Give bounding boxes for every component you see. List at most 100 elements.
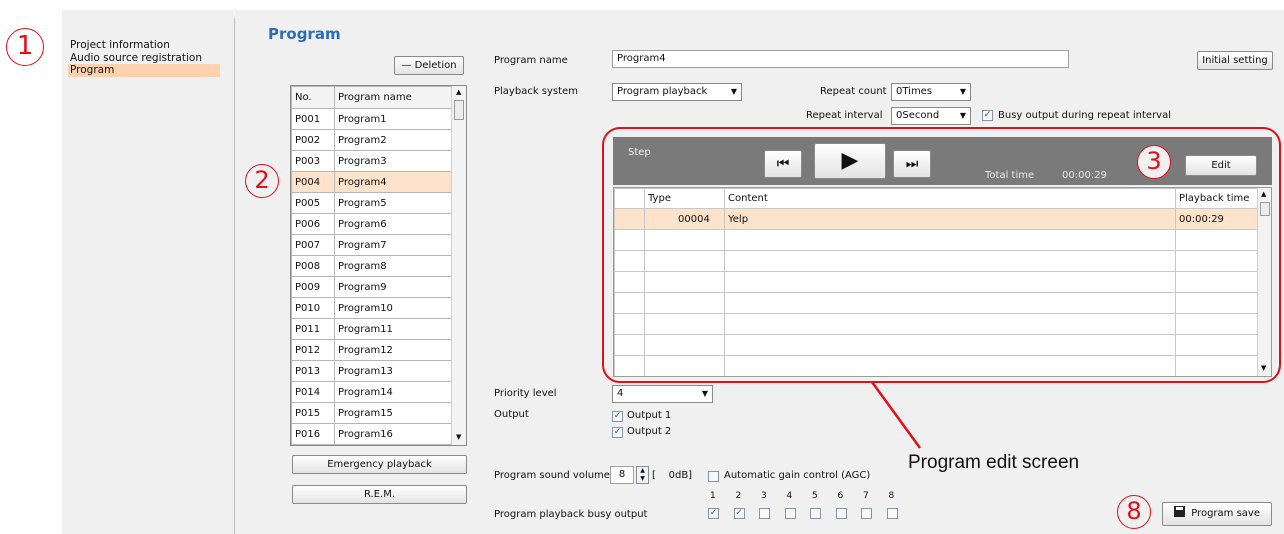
chevron-down-icon: ▼: [959, 87, 966, 96]
repeat-interval-select[interactable]: 0Second ▼: [891, 107, 971, 125]
priority-level-select[interactable]: 4 ▼: [612, 385, 713, 403]
initial-setting-button[interactable]: Initial setting: [1197, 51, 1273, 70]
repeat-count-value: 0Times: [896, 86, 933, 97]
agc-label: Automatic gain control (AGC): [724, 470, 871, 481]
annotation-text: Program edit screen: [908, 452, 1080, 473]
busy-output-number: 8: [888, 491, 895, 501]
playback-system-select[interactable]: Program playback ▼: [612, 83, 742, 101]
priority-level-label: Priority level: [494, 388, 557, 399]
table-row[interactable]: P004 Program4: [291, 171, 452, 193]
chevron-down-icon: ▼: [701, 389, 708, 398]
table-row[interactable]: P012 Program12: [291, 339, 452, 361]
priority-level-value: 4: [617, 388, 624, 399]
program-no-cell: P008: [291, 255, 335, 277]
table-row[interactable]: P008 Program8: [291, 255, 452, 277]
callout-8: 8: [1117, 495, 1151, 529]
repeat-count-select[interactable]: 0Times ▼: [891, 83, 971, 101]
agc-checkbox[interactable]: [708, 471, 719, 482]
minus-icon: —: [401, 60, 412, 71]
volume-value: 8: [618, 469, 626, 480]
callout-1: 1: [6, 28, 44, 66]
output-2-checkbox[interactable]: ✓: [612, 427, 623, 438]
program-no-cell: P001: [291, 108, 335, 130]
spin-down-icon[interactable]: ▼: [637, 475, 648, 483]
header-program-name[interactable]: Program name: [334, 86, 452, 109]
program-name-cell: Program4: [334, 171, 452, 193]
scroll-thumb[interactable]: [454, 100, 464, 120]
program-name-cell: Program6: [334, 213, 452, 235]
callout-2-label: 2: [254, 166, 270, 194]
program-sound-volume-label: Program sound volume: [494, 470, 610, 481]
program-name-input[interactable]: Program4: [612, 50, 1069, 68]
program-list[interactable]: No. Program name P001 Program1 P002 Program…: [290, 85, 467, 446]
busy-output-number: 5: [812, 491, 818, 501]
program-no-cell: P010: [291, 297, 335, 319]
table-row[interactable]: P011 Program11: [291, 318, 452, 340]
repeat-count-label: Repeat count: [820, 86, 887, 97]
emergency-playback-button[interactable]: Emergency playback: [292, 455, 467, 474]
annotation-pointer: [870, 381, 922, 449]
sidebar-item-label: Audio source registration: [70, 52, 202, 64]
busy-output-checkbox-6[interactable]: [835, 508, 847, 519]
table-row[interactable]: P003 Program3: [291, 150, 452, 172]
program-no-cell: P002: [291, 129, 335, 151]
busy-output-checkbox-2[interactable]: ✓: [733, 508, 745, 519]
program-save-label: Program save: [1191, 508, 1260, 519]
table-row[interactable]: P015 Program15: [291, 402, 452, 424]
program-list-header: No. Program name: [291, 86, 452, 109]
chevron-down-icon: ▼: [959, 111, 966, 120]
program-name-label: Program name: [494, 55, 568, 66]
sidebar-item-label: Program: [70, 64, 115, 76]
header-no[interactable]: No.: [291, 86, 335, 109]
program-no-cell: P015: [291, 402, 335, 424]
table-row[interactable]: P001 Program1: [291, 108, 452, 130]
volume-input[interactable]: 8: [610, 466, 634, 484]
busy-output-checkbox-7[interactable]: [861, 508, 872, 519]
table-row[interactable]: P006 Program6: [291, 213, 452, 235]
deletion-button[interactable]: — Deletion: [394, 56, 464, 75]
program-no-cell: P007: [291, 234, 335, 256]
table-row[interactable]: P007 Program7: [291, 234, 452, 256]
busy-output-checkbox-5[interactable]: [810, 508, 821, 519]
sidebar-item-audio-source-registration[interactable]: Audio source registration: [70, 52, 202, 64]
program-edit-highlight: [602, 127, 1281, 383]
program-name-cell: Program13: [334, 360, 452, 382]
table-row[interactable]: P014 Program14: [291, 381, 452, 403]
busy-output-checkbox-3[interactable]: [759, 508, 770, 519]
program-no-cell: P014: [291, 381, 335, 403]
page-title: Program: [268, 25, 341, 43]
output-1-checkbox[interactable]: ✓: [612, 411, 623, 422]
table-row[interactable]: P009 Program9: [291, 276, 452, 298]
busy-output-title: Program playback busy output: [494, 509, 648, 520]
program-no-cell: P009: [291, 276, 335, 298]
program-list-scrollbar[interactable]: ▲ ▼: [451, 86, 466, 445]
table-row[interactable]: P016 Program16: [291, 423, 452, 445]
busy-output-checkbox-1[interactable]: ✓: [708, 508, 719, 519]
program-save-button[interactable]: Program save: [1162, 502, 1272, 526]
chevron-down-icon: ▼: [730, 87, 737, 96]
busy-output-checkbox-4[interactable]: [784, 508, 796, 519]
sidebar-item-label: Project information: [70, 39, 170, 51]
busy-output-checkbox-8[interactable]: [886, 508, 898, 519]
repeat-interval-label: Repeat interval: [806, 110, 883, 121]
scroll-down-icon[interactable]: ▼: [456, 433, 461, 441]
rem-button[interactable]: R.E.M.: [292, 485, 467, 504]
table-row[interactable]: P013 Program13: [291, 360, 452, 382]
table-row[interactable]: P005 Program5: [291, 192, 452, 214]
volume-spinner[interactable]: ▲ ▼: [636, 466, 649, 484]
program-no-cell: P011: [291, 318, 335, 340]
volume-db: [ 0dB]: [652, 470, 693, 481]
save-icon: [1174, 506, 1186, 517]
sidebar-item-program[interactable]: Program: [68, 64, 220, 77]
table-row[interactable]: P010 Program10: [291, 297, 452, 319]
busy-output-number: 4: [786, 491, 793, 501]
scroll-up-icon[interactable]: ▲: [456, 88, 461, 96]
program-no-cell: P013: [291, 360, 335, 382]
busy-output-checkbox[interactable]: ✓: [982, 110, 993, 121]
playback-system-label: Playback system: [494, 86, 578, 97]
program-name-cell: Program1: [334, 108, 452, 130]
spin-up-icon[interactable]: ▲: [637, 467, 648, 475]
sidebar-item-project-information[interactable]: Project information: [70, 39, 170, 51]
table-row[interactable]: P002 Program2: [291, 129, 452, 151]
busy-output-number: 6: [837, 491, 844, 501]
